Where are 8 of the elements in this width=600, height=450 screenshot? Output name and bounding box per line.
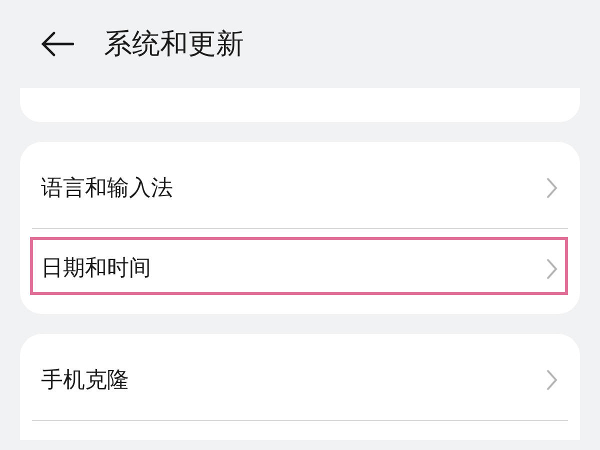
page-title: 系统和更新 [104,26,244,62]
chevron-right-icon [546,258,558,280]
setting-label[interactable]: 手机克隆 [41,364,129,396]
setting-label[interactable]: 语言和输入法 [41,172,173,204]
chevron-right-icon [546,177,558,199]
setting-label[interactable]: 日期和时间 [41,252,151,285]
chevron-right-icon [546,369,558,391]
back-arrow-icon[interactable] [40,31,74,57]
